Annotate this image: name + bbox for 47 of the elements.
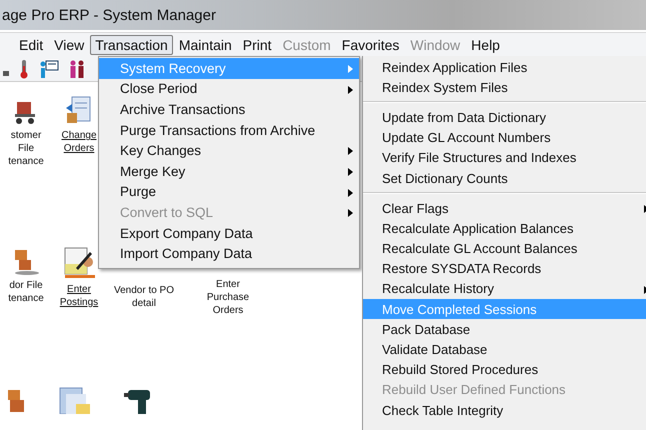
shortcut-label[interactable]: Enter Purchase Orders	[206, 278, 250, 317]
menu-item[interactable]: Reindex System Files	[363, 77, 646, 98]
shortcut-label[interactable]: dor File tenance	[8, 279, 44, 305]
menu-item[interactable]: Export Company Data	[99, 222, 359, 244]
menu-item[interactable]: Recalculate History	[363, 278, 646, 300]
menu-item[interactable]: Purge Transactions from Archive	[99, 120, 359, 140]
submenu-arrow-icon	[348, 86, 353, 94]
menu-item[interactable]: Archive Transactions	[99, 99, 359, 120]
submenu-arrow-icon	[348, 168, 353, 176]
submenu-arrow-icon	[348, 209, 353, 218]
submenu-arrow-icon	[348, 65, 353, 73]
menu-item[interactable]: View	[49, 35, 90, 55]
menu-item[interactable]: Close Period	[99, 78, 359, 100]
shortcut-label[interactable]: stomer File tenance	[8, 129, 44, 168]
menu-item[interactable]: Clear Flags	[363, 198, 646, 218]
menu-item[interactable]: Favorites	[336, 35, 404, 55]
window-title: age Pro ERP - System Manager	[1, 6, 216, 24]
menu-item[interactable]: Validate Database	[363, 339, 646, 360]
menu-item[interactable]: Verify File Structures and Indexes	[363, 148, 646, 168]
menu-item[interactable]: Update from Data Dictionary	[363, 107, 646, 128]
menu-item[interactable]: Recalculate GL Account Balances	[363, 238, 646, 259]
menu-item[interactable]: Key Changes	[99, 140, 359, 161]
menu-item[interactable]: Restore SYSDATA Records	[363, 258, 646, 279]
menu-item[interactable]: Reindex Application Files	[363, 57, 646, 78]
shortcut-label[interactable]: Change Orders	[61, 129, 97, 155]
menu-item[interactable]: Print	[238, 35, 277, 55]
menu-item[interactable]: Merge Key	[99, 160, 359, 182]
menu-item[interactable]: Transaction	[90, 35, 173, 55]
menu-item[interactable]: Help	[466, 35, 505, 55]
menu-item[interactable]: Import Company Data	[99, 243, 359, 264]
people-icon[interactable]	[69, 59, 85, 79]
menu-item[interactable]: Recalculate Application Balances	[363, 218, 646, 238]
submenu-arrow-icon	[348, 147, 353, 156]
shortcut-label[interactable]: Vendor to PO detail	[114, 284, 174, 310]
shortcut-label[interactable]: Enter Postings	[60, 283, 98, 309]
menu-item[interactable]: Edit	[14, 35, 48, 55]
submenu-arrow-icon	[348, 188, 353, 197]
menu-item[interactable]: Update GL Account Numbers	[363, 128, 646, 148]
menu-item[interactable]: Rebuild Stored Procedures	[363, 360, 646, 380]
posting-pen-icon[interactable]	[62, 246, 96, 280]
menu-item[interactable]: Pack Database	[363, 319, 646, 340]
thermometer-icon[interactable]	[19, 59, 29, 79]
menu-item[interactable]: Purge	[99, 182, 359, 202]
menu-item[interactable]: Maintain	[174, 35, 237, 55]
info-card-icon[interactable]	[39, 59, 59, 79]
menu-item[interactable]: Check Table Integrity	[363, 400, 646, 420]
menu-item[interactable]: Set Dictionary Counts	[363, 168, 646, 188]
